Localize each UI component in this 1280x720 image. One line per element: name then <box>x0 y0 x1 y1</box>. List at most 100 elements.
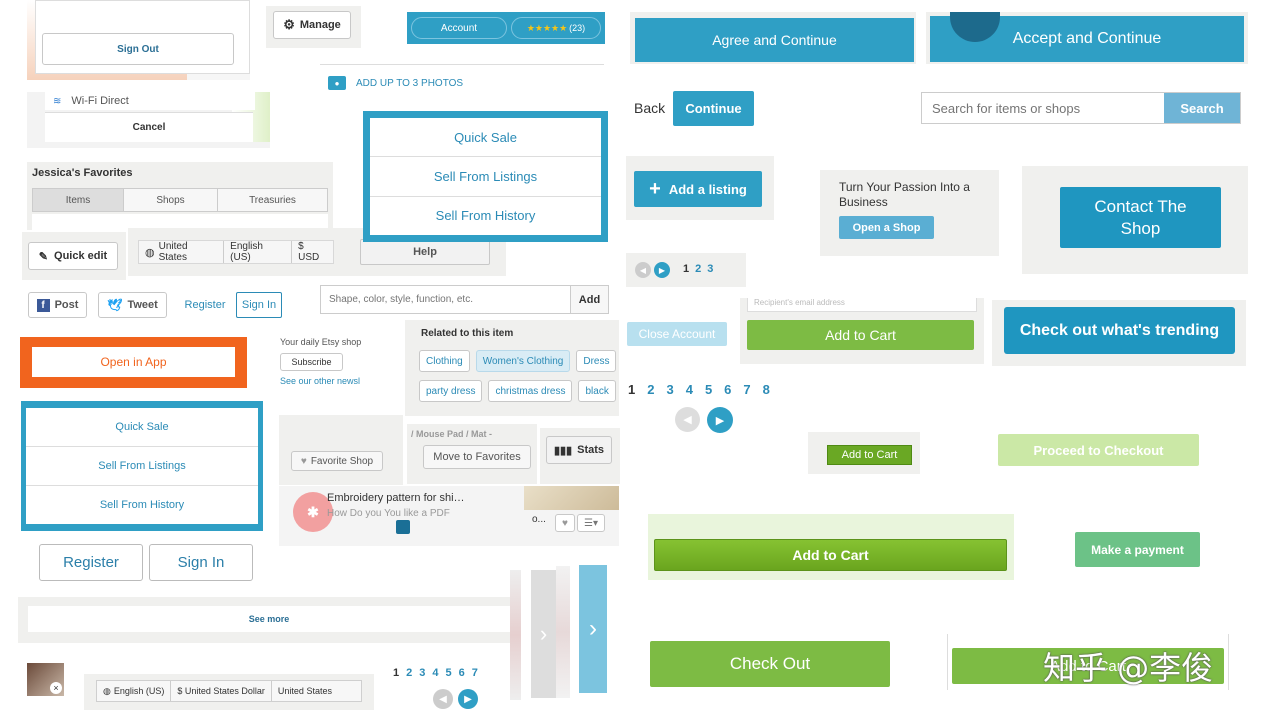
manage-button[interactable]: ⚙ Manage <box>273 11 351 39</box>
proceed-checkout-button[interactable]: Proceed to Checkout <box>998 434 1199 466</box>
page-2[interactable]: 2 <box>406 667 412 679</box>
tag-party-dress[interactable]: party dress <box>419 380 483 402</box>
mid-page-3[interactable]: 3 <box>666 382 673 397</box>
mid-prev-icon[interactable]: ◀ <box>675 407 700 432</box>
back-link[interactable]: Back <box>634 100 665 116</box>
see-more-button[interactable]: See more <box>28 606 510 632</box>
bottom-country-select[interactable]: United States <box>272 681 338 701</box>
small-page-3[interactable]: 3 <box>707 263 713 275</box>
favorite-shop-button[interactable]: ♥ Favorite Shop <box>291 451 383 471</box>
shape-search-input[interactable] <box>321 286 570 313</box>
register-link[interactable]: Register <box>180 292 230 318</box>
add-button[interactable]: Add <box>570 286 608 313</box>
check-out-button[interactable]: Check Out <box>650 641 890 687</box>
add-to-cart-button[interactable]: Add to Cart <box>747 320 974 350</box>
mid-page-7[interactable]: 7 <box>743 382 750 397</box>
page-5[interactable]: 5 <box>446 667 452 679</box>
add-to-cart-big-panel: Add to Cart <box>648 514 1014 580</box>
small-prev-icon[interactable]: ◀ <box>635 262 651 278</box>
next-page-icon[interactable]: ▶ <box>458 689 478 709</box>
currency-select[interactable]: $ USD <box>292 241 333 263</box>
sell-from-history-item-top[interactable]: Sell From History <box>370 197 601 235</box>
language-select[interactable]: English (US) <box>224 241 293 263</box>
carousel-next-gray[interactable]: › <box>531 570 556 698</box>
check-trending-button[interactable]: Check out what's trending <box>1004 307 1235 354</box>
make-payment-button[interactable]: Make a payment <box>1075 532 1200 567</box>
mid-page-8[interactable]: 8 <box>763 382 770 397</box>
carousel-next-blue[interactable]: › <box>579 565 607 693</box>
mid-page-4[interactable]: 4 <box>686 382 693 397</box>
move-to-favorites-button[interactable]: Move to Favorites <box>423 445 531 469</box>
remove-avatar-icon[interactable]: × <box>50 682 62 694</box>
tag-clothing[interactable]: Clothing <box>419 350 470 372</box>
mid-page-2[interactable]: 2 <box>647 382 654 397</box>
page-3[interactable]: 3 <box>419 667 425 679</box>
other-newsletters-link[interactable]: See our other newsl <box>280 376 372 386</box>
comment-icon[interactable] <box>396 520 410 534</box>
small-page-2[interactable]: 2 <box>695 263 701 275</box>
search-items-input[interactable] <box>922 93 1164 123</box>
list-menu-button[interactable]: ☰▾ <box>577 514 605 532</box>
bottom-currency-select[interactable]: $ United States Dollar <box>171 681 272 701</box>
mid-next-icon[interactable]: ▶ <box>707 407 733 433</box>
sell-from-history-item-bottom[interactable]: Sell From History <box>26 486 258 524</box>
tag-christmas-dress[interactable]: christmas dress <box>488 380 573 402</box>
tab-items[interactable]: Items <box>33 189 123 211</box>
page-6[interactable]: 6 <box>459 667 465 679</box>
help-button[interactable]: Help <box>360 239 490 265</box>
tag-black[interactable]: black <box>578 380 616 402</box>
quick-edit-button[interactable]: ✎ Quick edit <box>28 242 118 270</box>
register-button[interactable]: Register <box>39 544 143 581</box>
facebook-post-button[interactable]: f Post <box>28 292 87 318</box>
account-button[interactable]: Account <box>411 17 507 39</box>
avatar[interactable]: × <box>27 663 64 696</box>
page-7[interactable]: 7 <box>472 667 478 679</box>
open-in-app-button[interactable]: Open in App <box>32 347 235 377</box>
mouse-pad-text: / Mouse Pad / Mat - <box>411 429 493 439</box>
quick-edit-panel: ✎ Quick edit <box>22 232 126 280</box>
sell-from-listings-item-bottom[interactable]: Sell From Listings <box>26 447 258 486</box>
reviews-button[interactable]: ★★★★★ (23) <box>511 17 601 39</box>
quick-sale-item-top[interactable]: Quick Sale <box>370 118 601 158</box>
bottom-language-select[interactable]: ◍ English (US) <box>97 681 172 701</box>
page-4[interactable]: 4 <box>432 667 438 679</box>
small-page-1[interactable]: 1 <box>683 263 689 275</box>
stats-button[interactable]: ▮▮▮ Stats <box>546 436 612 464</box>
search-button[interactable]: Search <box>1164 93 1240 123</box>
embroidery-title[interactable]: Embroidery pattern for shi… <box>327 492 465 504</box>
close-account-button[interactable]: Close Account <box>627 322 727 346</box>
add-photos-link[interactable]: ● ADD UP TO 3 PHOTOS <box>328 76 463 90</box>
sign-out-button[interactable]: Sign Out <box>42 33 234 65</box>
prev-page-icon[interactable]: ◀ <box>433 689 453 709</box>
wifi-row[interactable]: ≋ Wi-Fi Direct <box>45 92 255 110</box>
sign-in-button[interactable]: Sign In <box>149 544 253 581</box>
tab-shops[interactable]: Shops <box>123 189 217 211</box>
tag-womens-clothing[interactable]: Women's Clothing <box>475 350 571 372</box>
cancel-button[interactable]: Cancel <box>45 112 253 142</box>
country-select[interactable]: ◍ United States <box>139 241 225 263</box>
mid-page-5[interactable]: 5 <box>705 382 712 397</box>
contact-shop-button[interactable]: Contact The Shop <box>1060 187 1221 248</box>
sign-in-small-button[interactable]: Sign In <box>236 292 282 318</box>
page-1[interactable]: 1 <box>393 667 399 679</box>
tag-dress[interactable]: Dress <box>576 350 617 372</box>
mid-page-6[interactable]: 6 <box>724 382 731 397</box>
add-to-cart-small-button[interactable]: Add to Cart <box>827 445 912 465</box>
agree-button[interactable]: Agree and Continue <box>635 18 914 62</box>
tab-treasuries[interactable]: Treasuries <box>217 189 327 211</box>
quick-edit-label: Quick edit <box>54 250 108 262</box>
carousel-thumb-1 <box>510 570 521 700</box>
recipient-email-input[interactable]: Recipient's email address <box>747 298 977 312</box>
open-shop-button[interactable]: Open a Shop <box>839 216 934 239</box>
carousel-thumb-2 <box>556 566 570 698</box>
subscribe-button[interactable]: Subscribe <box>280 353 343 371</box>
quick-sale-item-bottom[interactable]: Quick Sale <box>26 408 258 447</box>
mid-page-1[interactable]: 1 <box>628 382 635 397</box>
add-listing-button[interactable]: + Add a listing <box>634 171 762 207</box>
add-to-cart-big-button[interactable]: Add to Cart <box>654 539 1007 571</box>
small-next-icon[interactable]: ▶ <box>654 262 670 278</box>
tweet-button[interactable]: 🕊 Tweet <box>98 292 167 318</box>
continue-button[interactable]: Continue <box>673 91 754 126</box>
sell-from-listings-item-top[interactable]: Sell From Listings <box>370 157 601 197</box>
heart-button[interactable]: ♥ <box>555 514 575 532</box>
